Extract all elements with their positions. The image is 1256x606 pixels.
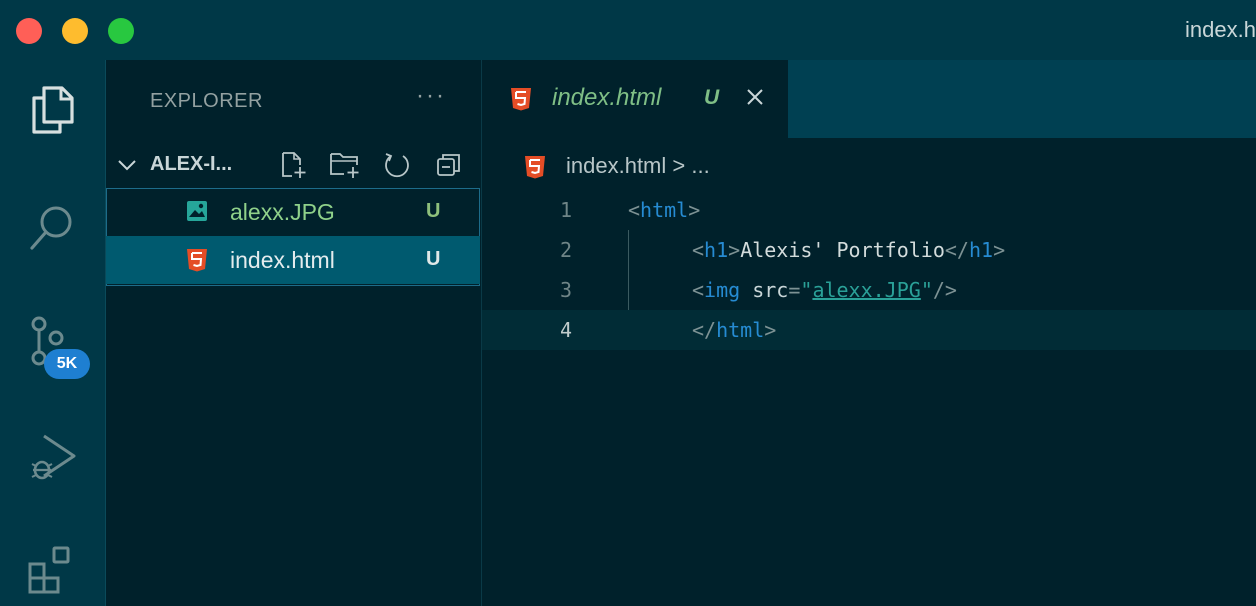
chevron-down-icon bbox=[118, 160, 136, 171]
line-number: 2 bbox=[559, 238, 572, 262]
line-number: 3 bbox=[559, 278, 572, 302]
git-status-badge: U bbox=[426, 248, 441, 270]
code-text: <html> bbox=[628, 198, 701, 222]
file-name: index.html bbox=[230, 247, 335, 273]
minimize-window-button[interactable] bbox=[62, 18, 88, 44]
tab-label: index.html bbox=[552, 84, 662, 111]
line-number: 1 bbox=[559, 198, 572, 222]
tab-git-status: U bbox=[704, 86, 720, 109]
editor-area: index.html U index.html > ... 1 <html> 2… bbox=[482, 60, 1256, 606]
breadcrumb-path: index.html > ... bbox=[566, 153, 710, 178]
window-title: index.h bbox=[1185, 17, 1256, 42]
extensions-icon[interactable] bbox=[24, 542, 80, 598]
file-item-index-html[interactable]: index.html U bbox=[106, 236, 480, 284]
collapse-all-icon[interactable] bbox=[434, 150, 464, 180]
title-bar: index.h bbox=[0, 0, 1256, 60]
html5-file-icon bbox=[525, 156, 545, 179]
file-item-alexx-jpg[interactable]: alexx.JPG U bbox=[106, 188, 480, 236]
tab-bar: index.html U bbox=[482, 60, 1256, 138]
code-text: <img src="alexx.JPG"/> bbox=[692, 278, 957, 302]
explorer-more-button[interactable]: ··· bbox=[416, 82, 446, 110]
tab-index-html[interactable]: index.html U bbox=[482, 60, 788, 138]
close-icon[interactable] bbox=[744, 86, 766, 108]
folder-header[interactable]: ALEX-I... bbox=[106, 140, 480, 188]
image-file-icon bbox=[187, 201, 207, 221]
code-line[interactable]: 1 <html> bbox=[482, 190, 1256, 230]
code-text: <h1>Alexis' Portfolio</h1> bbox=[692, 238, 1006, 262]
file-name: alexx.JPG bbox=[230, 199, 335, 225]
explorer-title: EXPLORER bbox=[150, 90, 263, 112]
line-number: 4 bbox=[559, 318, 572, 342]
new-folder-icon[interactable] bbox=[328, 150, 362, 180]
zoom-window-button[interactable] bbox=[108, 18, 134, 44]
folder-name: ALEX-I... bbox=[150, 153, 233, 175]
code-text: </html> bbox=[692, 318, 777, 342]
new-file-icon[interactable] bbox=[278, 150, 308, 180]
code-line[interactable]: 3 <img src="alexx.JPG"/> bbox=[482, 270, 1256, 310]
html5-file-icon bbox=[187, 249, 207, 272]
run-debug-icon[interactable] bbox=[24, 428, 80, 484]
files-icon[interactable] bbox=[24, 82, 80, 138]
refresh-icon[interactable] bbox=[382, 150, 412, 180]
close-window-button[interactable] bbox=[16, 18, 42, 44]
code-line[interactable]: 2 <h1>Alexis' Portfolio</h1> bbox=[482, 230, 1256, 270]
git-status-badge: U bbox=[426, 200, 441, 222]
html5-file-icon bbox=[511, 88, 531, 111]
explorer-sidebar: EXPLORER ··· ALEX-I... alexx.JPG U index… bbox=[106, 60, 482, 606]
code-line-current[interactable]: 4 </html> bbox=[482, 310, 1256, 350]
activity-bar: 5K bbox=[0, 60, 106, 606]
source-control-badge: 5K bbox=[44, 349, 90, 379]
search-icon[interactable] bbox=[24, 200, 80, 256]
